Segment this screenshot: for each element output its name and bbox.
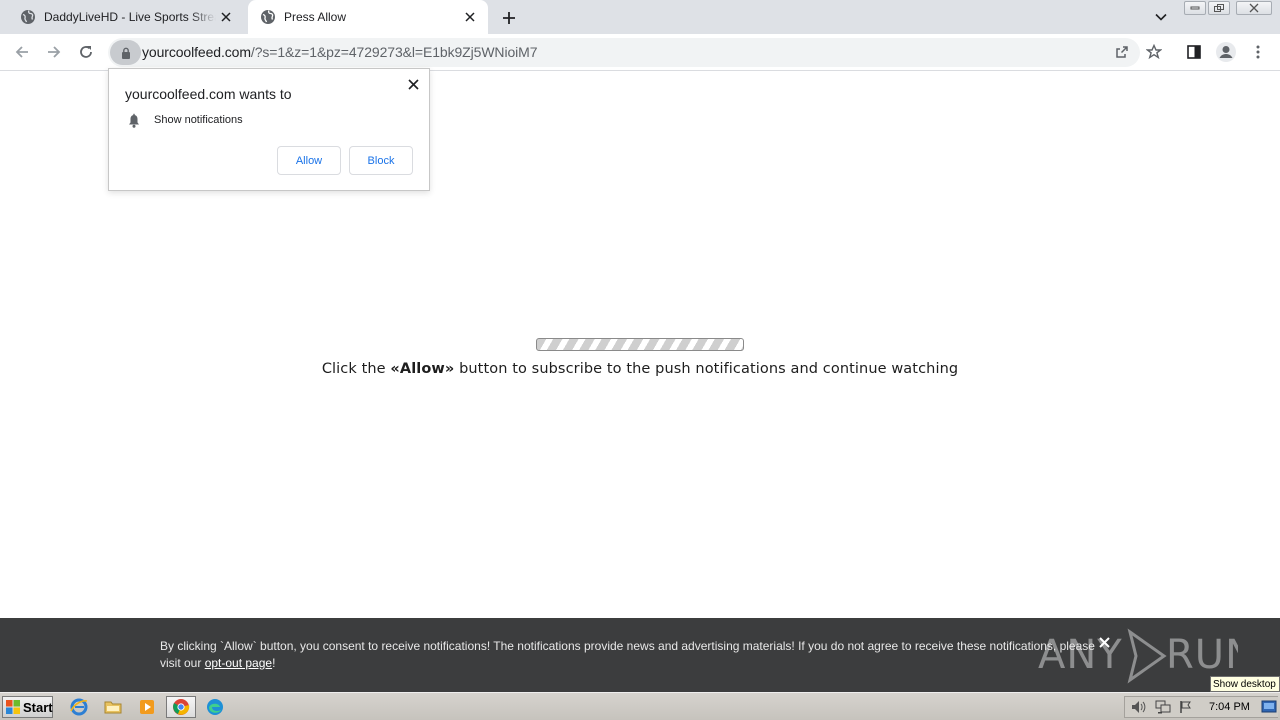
tab-daddylivehd[interactable]: DaddyLiveHD - Live Sports Streaming xyxy=(8,0,244,34)
tab-press-allow[interactable]: Press Allow xyxy=(248,0,488,34)
windows-logo-icon xyxy=(6,700,20,714)
tab-title: Press Allow xyxy=(284,10,347,24)
start-label: Start xyxy=(23,699,53,715)
internet-explorer-icon[interactable] xyxy=(68,697,90,717)
instruction-text: Click the «Allow» button to subscribe to… xyxy=(0,361,1280,377)
opt-out-link[interactable]: opt-out page xyxy=(205,656,272,670)
svg-text:RUN: RUN xyxy=(1166,632,1238,678)
browser-toolbar: yourcoolfeed.com/?s=1&z=1&pz=4729273&l=E… xyxy=(0,34,1280,71)
profile-icon[interactable] xyxy=(1214,40,1238,64)
windows-taskbar: Start 7:04 PM xyxy=(0,692,1280,720)
window-close-button[interactable] xyxy=(1236,1,1272,15)
side-panel-icon[interactable] xyxy=(1182,40,1206,64)
back-arrow-icon[interactable] xyxy=(10,40,34,64)
close-icon[interactable] xyxy=(1097,635,1111,649)
notification-permission-prompt: yourcoolfeed.com wants to Show notificat… xyxy=(108,68,430,191)
edge-icon[interactable] xyxy=(204,697,226,717)
kebab-menu-icon[interactable] xyxy=(1246,40,1270,64)
consent-text: By clicking `Allow` button, you consent … xyxy=(160,638,1100,672)
progress-bar xyxy=(536,338,744,351)
tab-strip: DaddyLiveHD - Live Sports Streaming Pres… xyxy=(0,0,1280,34)
block-button[interactable]: Block xyxy=(349,146,413,175)
media-player-icon[interactable] xyxy=(136,697,158,717)
clock: 7:04 PM xyxy=(1209,701,1250,713)
prompt-message: Show notifications xyxy=(154,114,243,126)
close-icon[interactable] xyxy=(405,76,421,92)
consent-body: By clicking `Allow` button, you consent … xyxy=(160,639,1095,670)
close-icon[interactable] xyxy=(216,7,236,27)
show-desktop-icon[interactable] xyxy=(1261,699,1277,720)
consent-end: ! xyxy=(272,656,276,670)
instruction-allow-word: «Allow» xyxy=(390,361,455,377)
consent-bar: ANY RUN By clicking `Allow` button, you … xyxy=(0,618,1280,692)
allow-button[interactable]: Allow xyxy=(277,146,341,175)
address-bar[interactable]: yourcoolfeed.com/?s=1&z=1&pz=4729273&l=E… xyxy=(108,38,1140,67)
tab-title: DaddyLiveHD - Live Sports Streaming xyxy=(44,10,216,24)
restore-button[interactable] xyxy=(1208,1,1230,15)
chevron-down-icon[interactable] xyxy=(1151,7,1171,27)
globe-icon xyxy=(20,9,36,25)
flag-icon[interactable] xyxy=(1179,700,1193,719)
show-desktop-tooltip: Show desktop xyxy=(1210,676,1280,692)
url-domain: yourcoolfeed.com xyxy=(142,44,251,60)
reload-icon[interactable] xyxy=(74,40,98,64)
instruction-suffix: button to subscribe to the push notifica… xyxy=(454,361,959,377)
share-icon[interactable] xyxy=(1110,40,1134,64)
start-button[interactable]: Start xyxy=(2,696,53,718)
prompt-title: yourcoolfeed.com wants to xyxy=(125,86,292,102)
forward-arrow-icon[interactable] xyxy=(42,40,66,64)
folder-icon[interactable] xyxy=(102,697,124,717)
lock-icon[interactable] xyxy=(110,40,141,65)
network-icon[interactable] xyxy=(1155,700,1171,719)
chrome-taskbar-button[interactable] xyxy=(166,696,196,718)
volume-icon[interactable] xyxy=(1131,700,1147,719)
url-path: /?s=1&z=1&pz=4729273&l=E1bk9Zj5WNioiM7 xyxy=(250,44,538,60)
system-tray: 7:04 PM xyxy=(1124,696,1278,718)
plus-icon[interactable] xyxy=(498,7,520,29)
minimize-button[interactable] xyxy=(1184,1,1206,15)
star-icon[interactable] xyxy=(1142,40,1166,64)
close-icon[interactable] xyxy=(460,7,480,27)
globe-icon xyxy=(260,9,276,25)
instruction-prefix: Click the xyxy=(321,361,391,377)
bell-icon xyxy=(126,113,142,129)
url-text[interactable]: yourcoolfeed.com/?s=1&z=1&pz=4729273&l=E… xyxy=(142,44,538,60)
